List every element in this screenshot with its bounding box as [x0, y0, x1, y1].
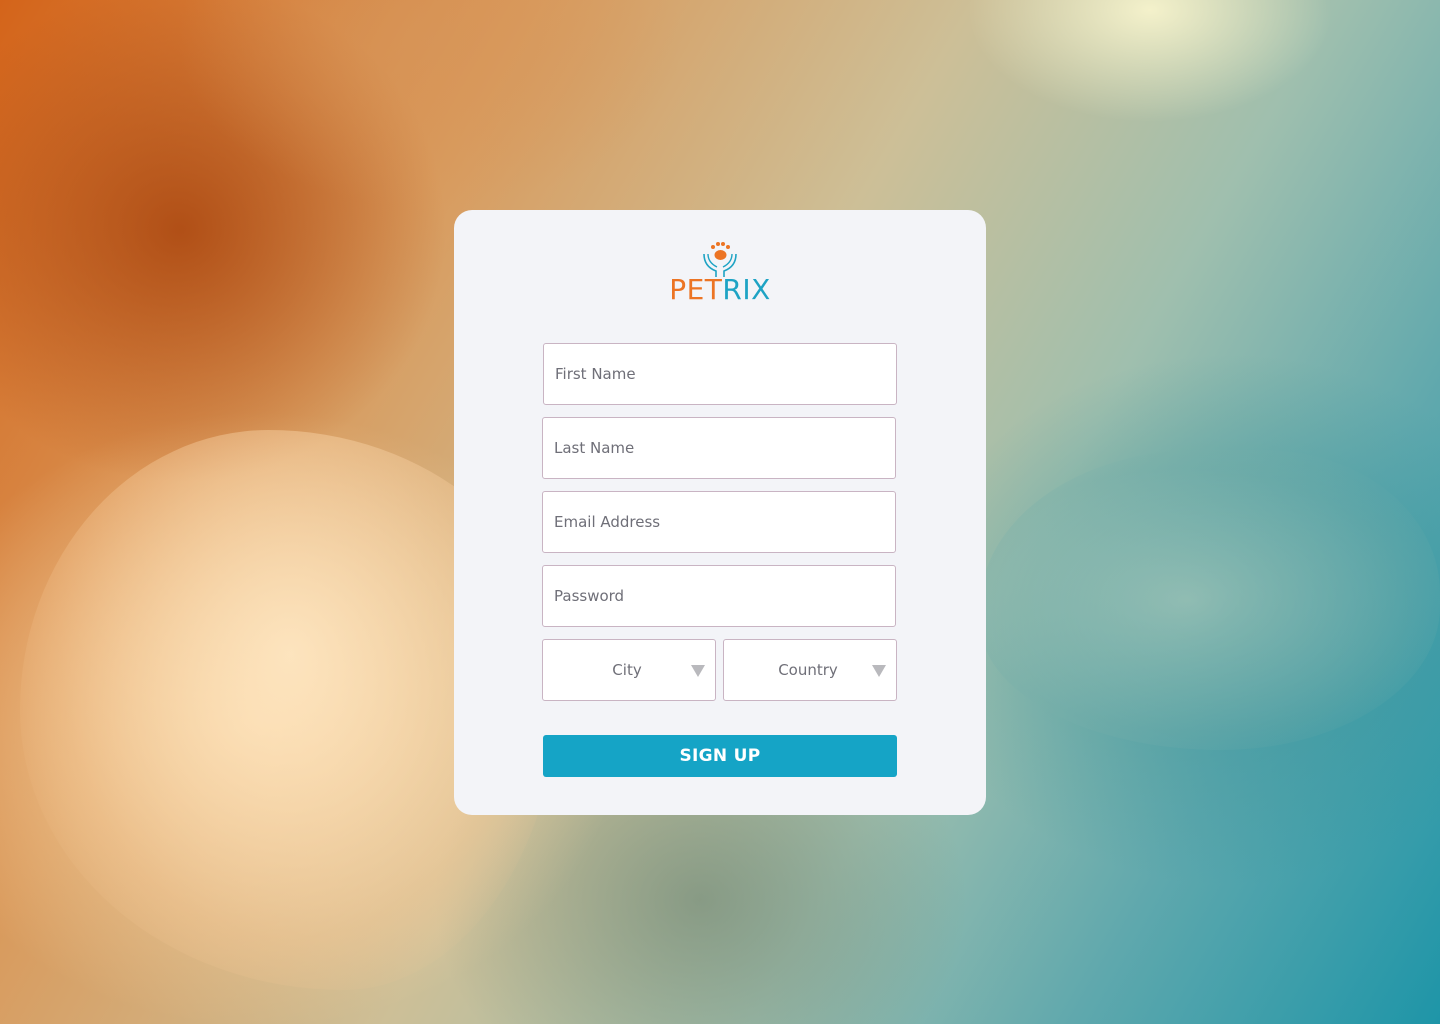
city-select-label: City — [612, 661, 642, 679]
chevron-down-icon — [691, 665, 705, 677]
city-select[interactable]: City — [542, 639, 716, 701]
country-select-label: Country — [778, 661, 838, 679]
petrix-logo: PETRIX — [454, 240, 986, 306]
last-name-field[interactable]: Last Name — [542, 417, 896, 479]
country-select[interactable]: Country — [723, 639, 897, 701]
first-name-placeholder: First Name — [555, 365, 636, 383]
email-placeholder: Email Address — [554, 513, 661, 531]
password-field[interactable]: Password — [542, 565, 896, 627]
first-name-field[interactable]: First Name — [543, 343, 897, 405]
signup-card: PETRIX First Name Last Name Email Addres… — [454, 210, 986, 815]
password-placeholder: Password — [554, 587, 625, 605]
sign-up-button[interactable]: SIGN UP — [543, 735, 897, 777]
petrix-wordmark: PETRIX — [669, 274, 771, 306]
wordmark-pet: PET — [669, 273, 723, 306]
chevron-down-icon — [872, 665, 886, 677]
email-field[interactable]: Email Address — [542, 491, 896, 553]
last-name-placeholder: Last Name — [554, 439, 635, 457]
wordmark-rix: RIX — [722, 273, 771, 306]
human-hand-image — [980, 450, 1440, 750]
